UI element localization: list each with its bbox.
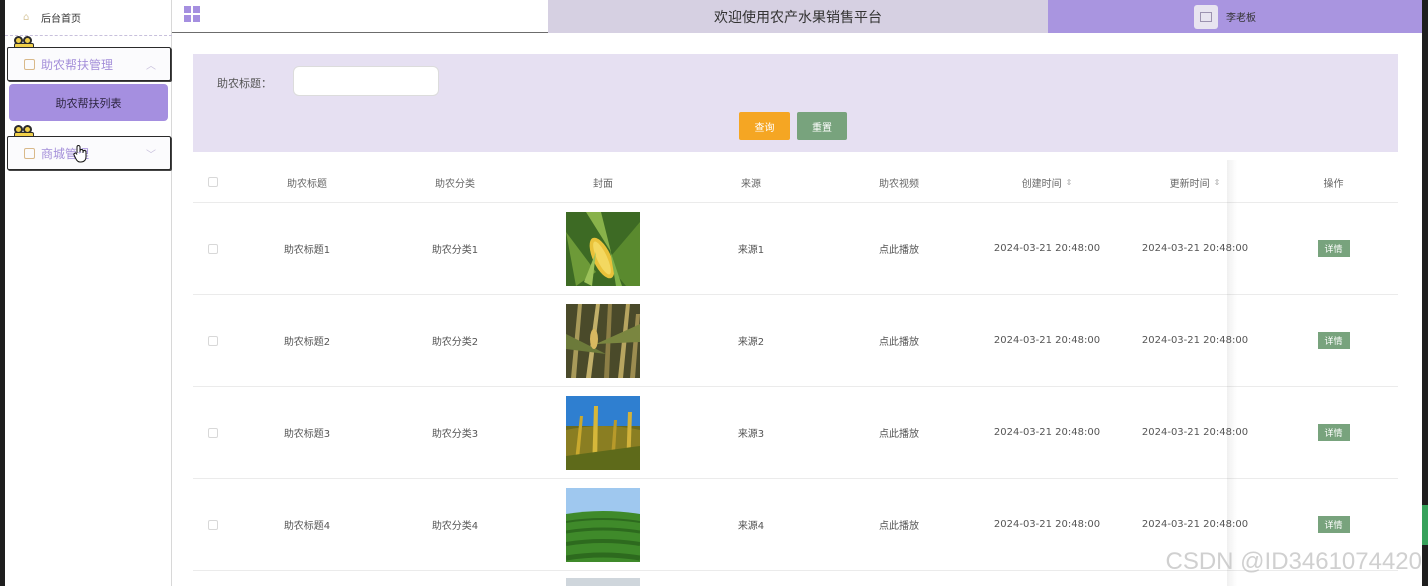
chevron-up-icon: ︿ <box>146 61 156 72</box>
top-bar: 欢迎使用农产水果销售平台 李老板 <box>172 0 1422 33</box>
column-header-created[interactable]: 创建时间 ⇕ <box>973 162 1121 202</box>
table-row: 助农标题2 助农分类2 来源2 点此播放 2024-03-21 20:48:00 <box>193 295 1398 387</box>
search-input[interactable] <box>293 66 439 96</box>
chevron-down-icon: ﹀ <box>146 150 156 161</box>
user-menu[interactable]: 李老板 <box>1048 0 1422 33</box>
column-header-label: 更新时间 <box>1169 178 1210 190</box>
row-checkbox[interactable] <box>193 387 233 478</box>
cover-image-corn[interactable] <box>566 211 640 286</box>
cell-title: 助农标题3 <box>283 429 331 440</box>
cell-title: 助农标题4 <box>283 521 331 532</box>
select-all-checkbox[interactable] <box>193 162 233 202</box>
search-panel: 助农标题： 查询 重置 <box>193 54 1398 152</box>
column-header-updated[interactable]: 更新时间 ⇕ <box>1121 162 1269 202</box>
cart-icon <box>24 147 35 159</box>
cover-image-field[interactable] <box>566 487 640 562</box>
query-button[interactable]: 查询 <box>739 112 790 140</box>
cell-source: 来源4 <box>737 521 765 532</box>
main-content: 助农标题： 查询 重置 助农标题 助农分类 封面 来源 助农视频 创建时间 ⇕ 更… <box>172 34 1422 586</box>
cell-action: 详情 <box>1269 295 1398 386</box>
cell-cover <box>529 479 677 570</box>
cover-image-dry-corn[interactable] <box>566 303 640 378</box>
sidebar-item-home[interactable]: ⌂ 后台首页 <box>5 0 172 36</box>
cell-created: 2024-03-21 20:48:00 <box>993 427 1101 438</box>
cell-created: 2024-03-21 20:48:00 <box>993 335 1101 346</box>
cell-updated: 2024-03-21 20:48:00 <box>1141 427 1249 438</box>
cell-action: 详情 <box>1269 203 1398 294</box>
table-header: 助农标题 助农分类 封面 来源 助农视频 创建时间 ⇕ 更新时间 ⇕ 操作 <box>193 162 1398 203</box>
detail-button[interactable]: 详情 <box>1317 516 1350 533</box>
sidebar-group-mall[interactable]: 商城管理 ﹀ <box>7 136 171 170</box>
side-tab[interactable] <box>1422 505 1428 545</box>
cell-created: 2024-03-21 20:48:00 <box>993 519 1101 530</box>
row-checkbox[interactable] <box>193 203 233 294</box>
data-table: 助农标题 助农分类 封面 来源 助农视频 创建时间 ⇕ 更新时间 ⇕ 操作 助农标题… <box>193 162 1398 586</box>
search-label: 助农标题： <box>217 77 272 90</box>
window-edge-right <box>1422 0 1428 586</box>
row-checkbox[interactable] <box>193 479 233 570</box>
user-name: 李老板 <box>1226 13 1256 24</box>
cell-title: 助农标题1 <box>283 245 331 256</box>
cell-cover <box>529 387 677 478</box>
cell-title: 助农标题2 <box>283 337 331 348</box>
sort-icon[interactable]: ⇕ <box>1066 178 1073 187</box>
cell-updated: 2024-03-21 20:48:00 <box>1141 335 1249 346</box>
row-checkbox[interactable] <box>193 295 233 386</box>
page-title: 欢迎使用农产水果销售平台 <box>548 0 1048 33</box>
column-header: 来源 <box>741 178 761 190</box>
cover-image-millet[interactable] <box>566 395 640 470</box>
cell-updated: 2024-03-21 20:48:00 <box>1141 243 1249 254</box>
cell-category: 助农分类4 <box>431 521 479 532</box>
column-header: 操作 <box>1323 178 1344 190</box>
fixed-column-shadow <box>1227 160 1237 586</box>
cell-cover <box>529 295 677 386</box>
cover-image-partial <box>566 578 640 586</box>
watermark: CSDN @ID3461074420 <box>1165 548 1422 575</box>
table-row: 助农标题3 助农分类3 来源3 点此播放 2024-03-21 20:48:00… <box>193 387 1398 479</box>
cell-cover <box>529 203 677 294</box>
sidebar-item-label: 助农帮扶列表 <box>55 96 122 110</box>
hand-cursor-icon <box>73 145 87 163</box>
sidebar: ⌂ 后台首页 助农帮扶管理 ︿ 助农帮扶列表 商城管理 ﹀ <box>5 0 172 586</box>
sort-icon[interactable]: ⇕ <box>1214 178 1221 187</box>
menu-grid-icon[interactable] <box>184 6 200 22</box>
column-header: 封面 <box>593 178 613 190</box>
column-header: 助农视频 <box>879 178 919 190</box>
column-header-label: 创建时间 <box>1021 178 1062 190</box>
folder-icon <box>24 58 35 70</box>
cell-category: 助农分类2 <box>431 337 479 348</box>
cell-source: 来源2 <box>737 337 765 348</box>
detail-button[interactable]: 详情 <box>1317 332 1350 349</box>
video-play-link[interactable]: 点此播放 <box>825 387 973 478</box>
table-row: 助农标题1 助农分类1 来源1 点此播放 2024-03-21 20:48:00… <box>193 203 1398 295</box>
column-header: 助农分类 <box>435 178 475 190</box>
video-play-link[interactable]: 点此播放 <box>825 479 973 570</box>
detail-button[interactable]: 详情 <box>1317 424 1350 441</box>
cell-source: 来源1 <box>737 245 765 256</box>
cell-category: 助农分类1 <box>431 245 479 256</box>
video-play-link[interactable]: 点此播放 <box>825 295 973 386</box>
reset-button[interactable]: 重置 <box>797 112 847 140</box>
sidebar-item-label: 后台首页 <box>41 14 81 25</box>
video-play-link[interactable]: 点此播放 <box>825 203 973 294</box>
sidebar-group-assistance[interactable]: 助农帮扶管理 ︿ <box>7 47 171 81</box>
avatar-icon <box>1194 4 1218 29</box>
cell-source: 来源3 <box>737 429 765 440</box>
column-header: 助农标题 <box>287 178 327 190</box>
site-title: 欢迎使用农产水果销售平台 <box>714 9 882 26</box>
detail-button[interactable]: 详情 <box>1317 240 1350 257</box>
home-icon: ⌂ <box>23 11 30 23</box>
cell-category: 助农分类3 <box>431 429 479 440</box>
sidebar-item-assistance-list[interactable]: 助农帮扶列表 <box>9 84 168 121</box>
cell-created: 2024-03-21 20:48:00 <box>993 243 1101 254</box>
sidebar-group-label: 助农帮扶管理 <box>41 57 114 72</box>
cell-action: 详情 <box>1269 387 1398 478</box>
